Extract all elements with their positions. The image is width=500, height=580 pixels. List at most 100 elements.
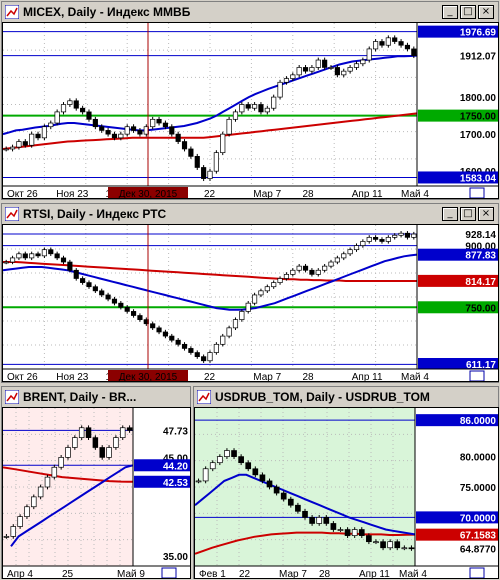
candle-body xyxy=(80,278,86,283)
highlight-date-label: Дек 30, 2015 xyxy=(119,372,178,382)
candle-body xyxy=(60,104,67,113)
price-label: 44.20 xyxy=(163,461,188,472)
maximize-button[interactable]: □ xyxy=(460,5,476,19)
micex-titlebar[interactable]: MICEX, Daily - Индекс ММВБ _ □ × xyxy=(2,2,498,22)
candle-body xyxy=(162,122,168,128)
maximize-button[interactable]: □ xyxy=(460,207,476,221)
candle-body xyxy=(67,100,73,105)
candle-body xyxy=(54,253,60,259)
date-label: Апр 4 xyxy=(7,569,33,579)
date-label: Май 4 xyxy=(399,569,427,579)
candle-body xyxy=(360,241,366,246)
highlight-date-label: Дек 30, 2015 xyxy=(119,189,178,199)
date-label: 22 xyxy=(204,372,216,382)
date-label: 28 xyxy=(303,372,315,382)
candle-body xyxy=(232,111,239,120)
candle-body xyxy=(392,37,398,42)
candle-body xyxy=(202,468,209,482)
minimize-button[interactable]: _ xyxy=(442,207,458,221)
date-label: 28 xyxy=(319,569,331,579)
date-label: Мар 7 xyxy=(253,189,281,199)
candle-body xyxy=(411,233,417,238)
price-label: 1700.00 xyxy=(460,130,497,141)
scroll-end-icon xyxy=(469,187,485,198)
candle-body xyxy=(10,526,17,537)
brent-chart[interactable]: 47.73 45.00 44.20 42.53 35.00 Апр 4 25 Май 9 xyxy=(2,407,191,579)
price-label: 47.73 xyxy=(163,426,188,437)
candle-body xyxy=(169,126,175,135)
candle-body xyxy=(92,118,98,128)
candle-body xyxy=(385,37,391,46)
rtsi-titlebar[interactable]: RTSI, Daily - Индекс РТС _ □ × xyxy=(2,204,498,224)
candle-body xyxy=(35,253,41,257)
date-label: Мар 7 xyxy=(253,372,281,382)
candle-body xyxy=(65,447,71,458)
candle-body xyxy=(156,327,162,333)
date-label: Окт 26 xyxy=(7,189,38,199)
date-label: Ноя 23 xyxy=(56,189,89,199)
minimize-button[interactable]: _ xyxy=(442,5,458,19)
candle-body xyxy=(130,126,137,131)
candle-body xyxy=(258,104,264,113)
candle-body xyxy=(73,269,79,279)
candle-body xyxy=(280,492,287,500)
price-label: 70.0000 xyxy=(460,513,497,524)
brent-titlebar[interactable]: BRENT, Daily - BR... xyxy=(2,387,190,407)
candle-body xyxy=(347,67,353,72)
candle-body xyxy=(264,107,270,113)
candle-body xyxy=(99,126,105,131)
candle-body xyxy=(404,232,411,238)
candle-body xyxy=(277,278,283,283)
candle-body xyxy=(380,541,386,549)
candle-body xyxy=(394,541,401,549)
candle-body xyxy=(86,111,92,120)
candle-body xyxy=(379,41,385,46)
price-label: 64.8770 xyxy=(460,545,497,556)
candle-body xyxy=(373,41,379,50)
candle-body xyxy=(24,506,30,517)
candle-body xyxy=(78,427,85,438)
rtsi-chart[interactable]: 928.14 900.00 877.83 814.17 750.00 611.17 Окт … xyxy=(2,224,499,382)
candle-body xyxy=(105,294,111,300)
chart-app-icon xyxy=(4,389,20,405)
candle-body xyxy=(29,253,35,259)
candle-body xyxy=(92,286,98,292)
candle-body xyxy=(194,156,200,168)
candle-body xyxy=(271,282,277,288)
candle-body xyxy=(124,126,130,135)
usdrub-chart[interactable]: 86.0000 80.0000 75.0000 70.0000 67.1583 64.87… xyxy=(194,407,499,579)
candle-body xyxy=(341,70,347,76)
usdrub-chart-svg: 86.0000 80.0000 75.0000 70.0000 67.1583 64.87… xyxy=(195,408,498,579)
candle-body xyxy=(401,547,408,550)
close-button[interactable]: × xyxy=(478,207,494,221)
candle-body xyxy=(106,447,112,458)
candle-body xyxy=(16,141,22,148)
micex-chart[interactable]: 1976.691912.071800.001700.001750.001600.… xyxy=(2,22,499,199)
date-label: Май 4 xyxy=(401,189,429,199)
candle-body xyxy=(126,427,133,431)
candle-body xyxy=(118,133,124,139)
usdrub-titlebar[interactable]: USDRUB_TOM, Daily - USDRUB_TOM xyxy=(194,387,498,407)
candle-body xyxy=(207,352,213,362)
candle-body xyxy=(150,118,156,128)
price-label: 750.00 xyxy=(465,303,496,314)
candle-body xyxy=(341,253,347,259)
candle-body xyxy=(323,517,330,524)
candle-body xyxy=(3,261,9,264)
date-label: Мар 7 xyxy=(279,569,307,579)
candle-body xyxy=(379,239,385,242)
candle-body xyxy=(44,476,51,488)
close-button[interactable]: × xyxy=(478,5,494,19)
brent-window: BRENT, Daily - BR... 47.73 45.00 44.20 42.5… xyxy=(1,386,191,579)
micex-window: MICEX, Daily - Индекс ММВБ _ □ × 1976.69… xyxy=(1,1,499,200)
candle-body xyxy=(295,504,301,512)
candle-body xyxy=(72,437,78,448)
chart-app-icon xyxy=(196,389,212,405)
candle-body xyxy=(113,437,119,448)
candle-body xyxy=(252,468,259,476)
candle-body xyxy=(51,466,58,478)
candle-body xyxy=(296,265,302,271)
candle-body xyxy=(408,547,415,550)
candle-body xyxy=(347,249,353,255)
candle-body xyxy=(373,541,379,544)
